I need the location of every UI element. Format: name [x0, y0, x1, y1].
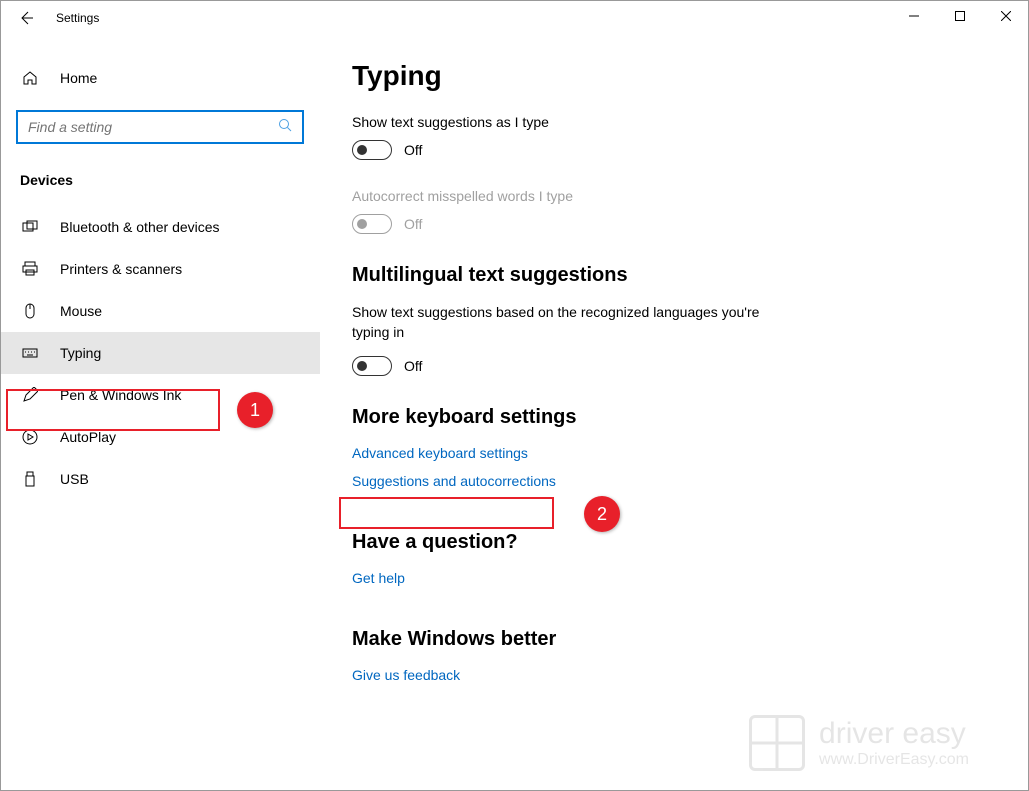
better-heading: Make Windows better	[352, 628, 989, 651]
sidebar-item-label: Typing	[60, 345, 101, 361]
sidebar: Home Devices Bluetooth & other devices P…	[0, 36, 320, 791]
sidebar-item-typing[interactable]: Typing	[0, 332, 320, 374]
link-suggestions-autocorrections[interactable]: Suggestions and autocorrections	[352, 473, 556, 489]
sidebar-item-label: Bluetooth & other devices	[60, 219, 220, 235]
sidebar-item-usb[interactable]: USB	[0, 458, 320, 500]
toggle-state: Off	[404, 216, 422, 232]
multilingual-desc: Show text suggestions based on the recog…	[352, 303, 772, 342]
sidebar-item-label: USB	[60, 471, 89, 487]
toggle-state: Off	[404, 142, 422, 158]
back-button[interactable]	[16, 8, 36, 28]
sidebar-item-label: AutoPlay	[60, 429, 116, 445]
setting-label-suggestions: Show text suggestions as I type	[352, 114, 989, 130]
link-advanced-keyboard[interactable]: Advanced keyboard settings	[352, 445, 528, 461]
titlebar: Settings	[0, 0, 1029, 36]
bluetooth-devices-icon	[20, 219, 40, 235]
devices-section-label: Devices	[14, 172, 306, 188]
link-feedback[interactable]: Give us feedback	[352, 667, 460, 683]
toggle-text-suggestions[interactable]	[352, 140, 392, 160]
usb-icon	[20, 471, 40, 487]
keyboard-icon	[20, 345, 40, 361]
sidebar-item-label: Printers & scanners	[60, 261, 182, 277]
pen-icon	[20, 387, 40, 403]
sidebar-item-pen[interactable]: Pen & Windows Ink	[0, 374, 320, 416]
more-keyboard-heading: More keyboard settings	[352, 406, 989, 429]
toggle-autocorrect	[352, 214, 392, 234]
minimize-button[interactable]	[891, 0, 937, 32]
search-input[interactable]	[28, 119, 278, 135]
sidebar-item-label: Mouse	[60, 303, 102, 319]
page-title: Typing	[352, 60, 989, 92]
sidebar-item-printers[interactable]: Printers & scanners	[0, 248, 320, 290]
toggle-multilingual[interactable]	[352, 356, 392, 376]
window-controls	[891, 0, 1029, 32]
sidebar-item-label: Pen & Windows Ink	[60, 387, 181, 403]
link-get-help[interactable]: Get help	[352, 570, 405, 586]
printers-icon	[20, 261, 40, 277]
sidebar-item-bluetooth[interactable]: Bluetooth & other devices	[0, 206, 320, 248]
multilingual-heading: Multilingual text suggestions	[352, 264, 989, 287]
home-label: Home	[60, 70, 97, 86]
autoplay-icon	[20, 429, 40, 445]
home-icon	[20, 70, 40, 86]
question-heading: Have a question?	[352, 531, 989, 554]
home-button[interactable]: Home	[14, 60, 306, 96]
search-icon	[278, 118, 292, 137]
mouse-icon	[20, 303, 40, 319]
toggle-state: Off	[404, 358, 422, 374]
close-button[interactable]	[983, 0, 1029, 32]
sidebar-item-mouse[interactable]: Mouse	[0, 290, 320, 332]
window-title: Settings	[56, 11, 99, 25]
sidebar-item-autoplay[interactable]: AutoPlay	[0, 416, 320, 458]
content-area: Typing Show text suggestions as I type O…	[320, 36, 1029, 791]
search-box[interactable]	[16, 110, 304, 144]
maximize-button[interactable]	[937, 0, 983, 32]
setting-label-autocorrect: Autocorrect misspelled words I type	[352, 188, 989, 204]
